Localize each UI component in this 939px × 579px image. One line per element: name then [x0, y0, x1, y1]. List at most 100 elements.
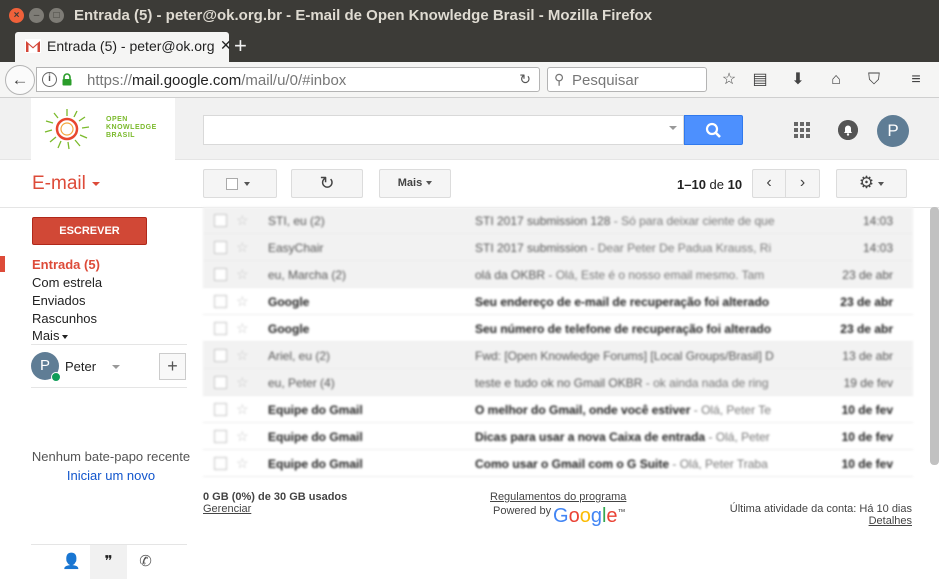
url-bar[interactable]: i https://mail.google.com/mail/u/0/#inbo…	[36, 67, 540, 92]
download-icon[interactable]: ⬇	[788, 70, 808, 90]
hangouts-user-name: Peter	[65, 359, 97, 374]
new-tab-button[interactable]: +	[234, 33, 247, 59]
message-checkbox[interactable]	[214, 430, 227, 443]
message-row[interactable]: ☆ Google Seu número de telefone de recuper…	[203, 315, 913, 342]
message-row[interactable]: ☆ Equipe do Gmail O melhor do Gmail, onde …	[203, 396, 913, 423]
program-policies-link[interactable]: Regulamentos do programa	[490, 491, 626, 503]
star-icon[interactable]: ☆	[236, 347, 249, 364]
sidebar-item-inbox[interactable]: Entrada (5)	[32, 257, 100, 272]
reload-icon[interactable]: ↻	[519, 71, 531, 88]
gmail-search-input[interactable]	[203, 115, 684, 145]
message-row[interactable]: ☆ Google Seu endereço de e-mail de recuper…	[203, 288, 913, 315]
okbr-logo[interactable]: OPEN KNOWLEDGE BRASIL	[31, 98, 175, 160]
divider	[31, 344, 187, 345]
back-button[interactable]: ←	[5, 65, 35, 95]
start-new-chat-link[interactable]: Iniciar um novo	[31, 468, 191, 483]
browser-tab-gmail[interactable]: Entrada (5) - peter@ok.org.br ✕	[15, 32, 232, 62]
star-icon[interactable]: ☆	[236, 212, 249, 229]
sidebar-item-drafts[interactable]: Rascunhos	[32, 311, 97, 326]
chevron-left-icon: ‹	[766, 174, 772, 191]
more-actions-button[interactable]: Mais	[379, 169, 451, 198]
home-icon[interactable]: ⌂	[826, 70, 846, 90]
message-row[interactable]: ☆ eu, Peter (4) teste e tudo ok no Gmail O…	[203, 369, 913, 396]
browser-search-bar[interactable]: ⚲ Pesquisar	[547, 67, 707, 92]
message-checkbox[interactable]	[214, 349, 227, 362]
window-close-button[interactable]: ×	[9, 8, 24, 23]
chevron-down-icon	[91, 181, 100, 186]
star-icon[interactable]: ☆	[236, 320, 249, 337]
message-row[interactable]: ☆ Equipe do Gmail Dicas para usar a nova C…	[203, 423, 913, 450]
message-checkbox[interactable]	[214, 403, 227, 416]
message-subject: olá da OKBR	[475, 268, 546, 282]
star-icon[interactable]: ☆	[236, 401, 249, 418]
older-page-button[interactable]: ›	[785, 169, 820, 198]
divider	[31, 387, 187, 388]
message-date: 23 de abr	[840, 322, 893, 336]
site-info-icon[interactable]: i	[42, 72, 57, 87]
search-options-caret-icon[interactable]	[669, 126, 677, 130]
star-icon[interactable]: ☆	[236, 293, 249, 310]
message-row[interactable]: ☆ Equipe do Gmail Como usar o Gmail com o …	[203, 450, 913, 477]
okbr-logo-text: OPEN KNOWLEDGE BRASIL	[106, 116, 157, 139]
chevron-down-icon[interactable]	[112, 365, 120, 369]
refresh-button[interactable]: ↻	[291, 169, 363, 198]
window-minimize-button[interactable]: –	[29, 8, 44, 23]
sidebar-item-sent[interactable]: Enviados	[32, 293, 85, 308]
message-row[interactable]: ☆ Ariel, eu (2) Fwd: [Open Knowledge Forum…	[203, 342, 913, 369]
message-subject: teste e tudo ok no Gmail OKBR	[475, 376, 643, 390]
google-apps-icon[interactable]	[794, 122, 810, 138]
message-checkbox[interactable]	[214, 268, 227, 281]
reading-list-icon[interactable]: ▤	[750, 70, 770, 90]
activity-details-link[interactable]: Detalhes	[869, 515, 912, 527]
star-icon[interactable]: ☆	[236, 266, 249, 283]
message-checkbox[interactable]	[214, 214, 227, 227]
window-maximize-button[interactable]: □	[49, 8, 64, 23]
message-checkbox[interactable]	[214, 241, 227, 254]
message-snippet: - Olá, Este é o nosso email mesmo. Tam	[545, 268, 765, 282]
message-subject: STI 2017 submission	[475, 241, 588, 255]
message-checkbox[interactable]	[214, 295, 227, 308]
message-subject-line: O melhor do Gmail, onde você estiver - O…	[475, 403, 800, 417]
compose-button[interactable]: ESCREVER	[32, 217, 147, 245]
page-scrollbar[interactable]	[930, 207, 939, 465]
message-sender: eu, Peter (4)	[268, 376, 335, 390]
message-checkbox[interactable]	[214, 376, 227, 389]
gmail-search-button[interactable]	[684, 115, 743, 145]
message-subject-line: STI 2017 submission 128 - Só para deixar…	[475, 214, 800, 228]
contacts-person-icon[interactable]: 👤	[53, 545, 90, 579]
newer-page-button[interactable]: ‹	[752, 169, 786, 198]
star-icon[interactable]: ☆	[236, 428, 249, 445]
message-row[interactable]: ☆ eu, Marcha (2) olá da OKBR - Olá, Este é…	[203, 261, 913, 288]
select-checkbox[interactable]	[226, 178, 238, 190]
star-icon[interactable]: ☆	[236, 239, 249, 256]
select-all-button[interactable]	[203, 169, 277, 198]
message-sender: Google	[268, 295, 310, 309]
message-snippet: - ok ainda nada de ring	[642, 376, 769, 390]
browser-navbar: ← i https://mail.google.com/mail/u/0/#in…	[0, 62, 939, 98]
bookmark-star-icon[interactable]: ☆	[719, 70, 739, 90]
gear-icon: ⚙	[858, 173, 875, 192]
phone-call-icon[interactable]: ✆	[127, 545, 164, 579]
sidebar-item-starred[interactable]: Com estrela	[32, 275, 102, 290]
pocket-icon[interactable]: ⛉	[864, 70, 884, 90]
message-row[interactable]: ☆ STI, eu (2) STI 2017 submission 128 - Só…	[203, 207, 913, 234]
refresh-icon: ↻	[319, 173, 335, 193]
notifications-bell-icon[interactable]	[838, 120, 858, 140]
settings-button[interactable]: ⚙	[836, 169, 907, 198]
hangouts-chat-icon[interactable]: ❞	[90, 545, 127, 579]
message-row[interactable]: ☆ EasyChair STI 2017 submission - Dear Pet…	[203, 234, 913, 261]
menu-icon[interactable]: ≡	[906, 70, 926, 90]
message-date: 23 de abr	[842, 268, 893, 282]
message-checkbox[interactable]	[214, 457, 227, 470]
manage-storage-link[interactable]: Gerenciar	[203, 503, 251, 515]
message-checkbox[interactable]	[214, 322, 227, 335]
new-chat-button[interactable]: +	[159, 353, 186, 380]
tab-close-icon[interactable]: ✕	[220, 37, 232, 54]
sidebar-item-more[interactable]: Mais	[32, 328, 69, 343]
email-app-switcher[interactable]: E-mail	[32, 173, 100, 195]
chevron-down-icon	[426, 181, 433, 186]
storage-quota: 0 GB (0%) de 30 GB usados	[203, 491, 348, 503]
star-icon[interactable]: ☆	[236, 374, 249, 391]
star-icon[interactable]: ☆	[236, 455, 249, 472]
account-avatar[interactable]: P	[877, 115, 909, 147]
